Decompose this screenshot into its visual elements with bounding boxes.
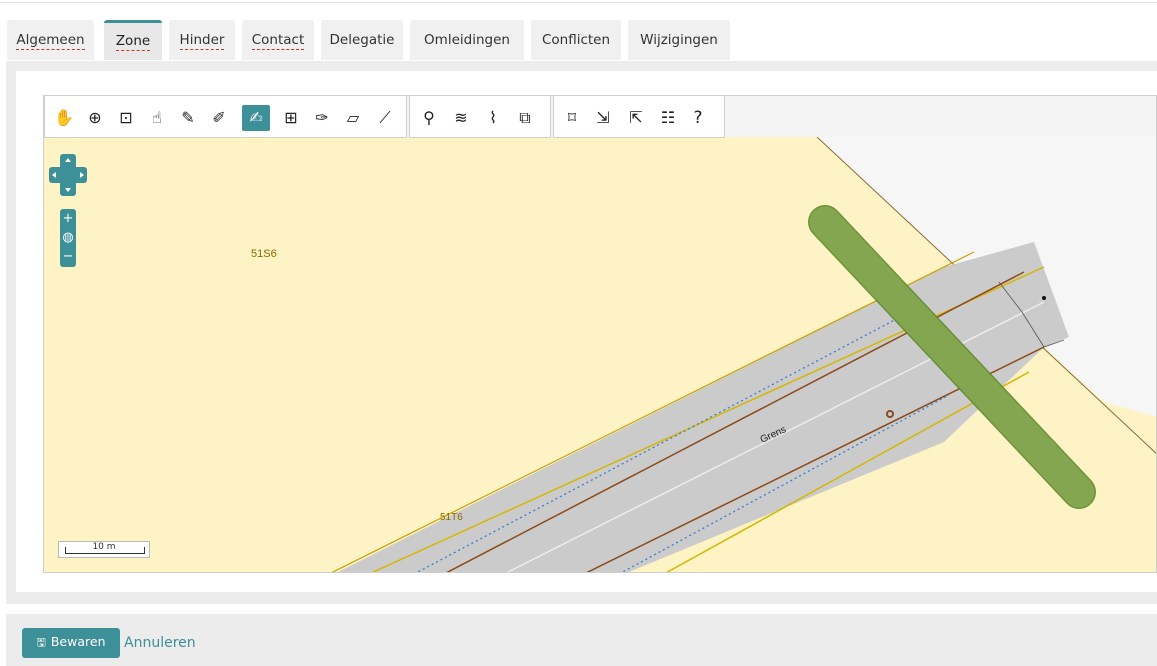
measure-icon[interactable]: ⟋ — [371, 105, 399, 131]
select-feature-icon[interactable]: ☝ — [143, 105, 171, 131]
tab-label: Delegatie — [329, 32, 395, 48]
tab-label: Hinder — [179, 32, 225, 50]
map-canvas[interactable]: 51S6 51T6 Grens — [44, 137, 1157, 573]
zoom-out-button[interactable]: − — [60, 247, 76, 266]
parcel-label: 51S6 — [251, 248, 277, 260]
cancel-link[interactable]: Annuleren — [124, 628, 196, 658]
export-icon[interactable]: ⇱ — [622, 105, 650, 131]
zoom-in-button[interactable]: + — [60, 209, 76, 228]
tab-wijzigingen[interactable]: Wijzigingen — [628, 20, 730, 60]
tab-delegatie[interactable]: Delegatie — [321, 20, 403, 60]
attach-icon[interactable]: ⌇ — [479, 105, 507, 131]
zoom-box-icon[interactable]: ⊕ — [81, 105, 109, 131]
legend-icon[interactable]: ☷ — [654, 105, 682, 131]
draw-line-icon[interactable]: ✎ — [174, 105, 202, 131]
draw-polygon-icon[interactable]: ✍ — [242, 105, 270, 131]
copy-feature-icon[interactable]: ⧉ — [511, 105, 539, 131]
top-divider — [0, 2, 1157, 3]
tab-label: Omleidingen — [424, 32, 510, 48]
layers-icon[interactable]: ≋ — [447, 105, 475, 131]
zoom-control: + ◍ − — [60, 209, 76, 267]
save-button[interactable]: 🖫 Bewaren — [22, 628, 120, 658]
tab-hinder[interactable]: Hinder — [169, 20, 235, 60]
help-icon[interactable]: ? — [684, 105, 712, 131]
zoom-select-icon[interactable]: ⊡ — [112, 105, 140, 131]
globe-icon[interactable]: ◍ — [60, 228, 76, 247]
tab-zone[interactable]: Zone — [104, 20, 162, 60]
form-footer: 🖫 Bewaren Annuleren — [6, 614, 1157, 666]
tab-label: Algemeen — [16, 32, 85, 50]
full-extent-icon[interactable]: ⌑ — [558, 105, 586, 131]
tab-bar: Algemeen Zone Hinder Contact Delegatie O… — [0, 19, 1157, 61]
tab-label: Conflicten — [541, 32, 611, 48]
toolbar-group-tools: ⚲ ≋ ⌇ ⧉ — [409, 96, 551, 138]
scale-bar-line — [65, 547, 145, 554]
tab-conflicten[interactable]: Conflicten — [531, 20, 621, 60]
tab-label: Wijzigingen — [640, 32, 718, 48]
save-icon: 🖫 — [36, 635, 46, 649]
tab-algemeen[interactable]: Algemeen — [7, 20, 94, 60]
scale-bar: 10 m — [58, 541, 150, 558]
pan-control[interactable] — [48, 154, 88, 196]
tab-label: Zone — [115, 33, 151, 51]
eraser-icon[interactable]: ▱ — [339, 105, 367, 131]
toolbar-group-view: ⌑ ⇲ ⇱ ☷ ? — [553, 96, 725, 138]
tab-omleidingen[interactable]: Omleidingen — [410, 20, 524, 60]
search-map-icon[interactable]: ⚲ — [415, 105, 443, 131]
edit-vertex-icon[interactable]: ✐ — [205, 105, 233, 131]
import-icon[interactable]: ⇲ — [589, 105, 617, 131]
map-viewer[interactable]: 51S6 51T6 Grens ✋ ⊕ ⊡ ☝ ✎ ✐ ✍ ⊞ ✑ ▱ ⟋ ⚲ … — [43, 95, 1157, 573]
modify-feature-icon[interactable]: ✑ — [308, 105, 336, 131]
pan-icon[interactable]: ✋ — [50, 105, 78, 131]
save-label: Bewaren — [50, 633, 106, 649]
parcel-label: 51T6 — [440, 512, 463, 523]
toolbar-group-edit: ✋ ⊕ ⊡ ☝ ✎ ✐ ✍ ⊞ ✑ ▱ ⟋ — [44, 96, 407, 138]
map-point — [1042, 296, 1046, 300]
tab-label: Contact — [251, 32, 305, 50]
add-point-icon[interactable]: ⊞ — [277, 105, 305, 131]
tab-contact[interactable]: Contact — [242, 20, 314, 60]
